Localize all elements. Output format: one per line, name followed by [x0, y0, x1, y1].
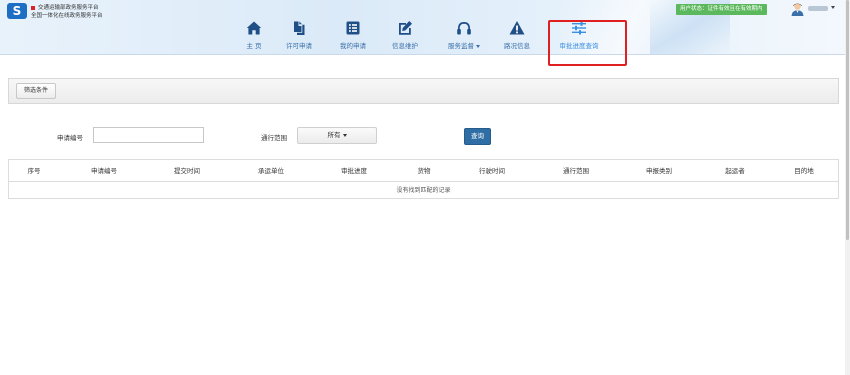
travel-range-value: 所有	[327, 131, 341, 139]
nav-label: 我的申请	[340, 42, 366, 50]
column-header[interactable]: 货物	[409, 160, 439, 182]
nav-item-my-applications[interactable]: 我的申请	[336, 20, 370, 54]
home-icon	[246, 21, 262, 35]
application-number-input[interactable]	[93, 127, 204, 143]
nav-label-text: 服务监督	[448, 42, 474, 50]
nav-item-info-maintenance[interactable]: 信息维护	[388, 20, 422, 54]
user-status-badge: 用户状态：证件有效且在有效期内	[676, 4, 767, 15]
file-copy-icon	[294, 21, 305, 35]
warning-icon	[509, 21, 525, 35]
nav-label: 主 页	[246, 42, 262, 50]
nav-label: 许可申请	[286, 42, 312, 50]
column-header[interactable]: 起运者	[720, 160, 750, 182]
column-header[interactable]: 通行范围	[556, 160, 596, 182]
platform-title: 交通运输部政务服务平台	[31, 3, 99, 11]
scrollbar-thumb[interactable]	[846, 0, 849, 240]
nav-item-permit-application[interactable]: 许可申请	[282, 20, 316, 54]
column-header[interactable]: 申请编号	[84, 160, 124, 182]
nav-label: 服务监督	[443, 40, 485, 50]
travel-range-label: 通行范围	[261, 134, 287, 142]
filter-bar: 筛选条件	[8, 78, 839, 104]
nav-label: 路况信息	[504, 42, 530, 50]
nav-item-road-conditions[interactable]: 路况信息	[500, 20, 534, 54]
empty-table-message: 没有找到匹配的记录	[396, 187, 451, 194]
results-table: 序号 申请编号 提交时间 承运单位 审批进度 货物 行驶时间 通行范围 申报类别…	[8, 159, 839, 199]
application-number-label: 申请编号	[57, 134, 83, 142]
platform-subtitle: 全国一体化在线政务服务平台	[31, 13, 103, 19]
column-header[interactable]: 提交时间	[167, 160, 207, 182]
dropdown-caret-icon	[476, 44, 480, 48]
list-icon	[346, 21, 360, 35]
table-header: 序号 申请编号 提交时间 承运单位 审批进度 货物 行驶时间 通行范围 申报类别…	[9, 160, 838, 182]
edit-icon	[399, 21, 412, 35]
column-header[interactable]: 目的地	[788, 160, 820, 182]
travel-range-select[interactable]: 所有	[297, 127, 377, 144]
top-header: S 交通运输部政务服务平台 全国一体化在线政务服务平台 用户状态：证件有效且在有…	[0, 0, 850, 55]
column-header[interactable]: 申报类别	[639, 160, 679, 182]
flag-icon	[31, 5, 35, 10]
query-button[interactable]: 查询	[464, 128, 491, 145]
column-header[interactable]: 序号	[19, 160, 49, 182]
highlight-annotation-box	[548, 20, 627, 66]
column-header[interactable]: 行驶时间	[472, 160, 512, 182]
user-menu-caret-icon[interactable]	[831, 6, 835, 9]
platform-logo[interactable]: S	[7, 3, 27, 19]
nav-label: 信息维护	[392, 42, 418, 50]
nav-item-home[interactable]: 主 页	[241, 20, 267, 54]
column-header[interactable]: 承运单位	[251, 160, 291, 182]
user-avatar-icon[interactable]	[791, 2, 804, 16]
column-header[interactable]: 审批进度	[334, 160, 374, 182]
nav-item-service-supervision[interactable]: 服务监督	[443, 20, 485, 54]
user-name[interactable]	[808, 6, 828, 11]
headphones-icon	[457, 22, 471, 35]
chevron-down-icon	[342, 133, 347, 137]
filter-toggle-button[interactable]: 筛选条件	[16, 83, 57, 99]
